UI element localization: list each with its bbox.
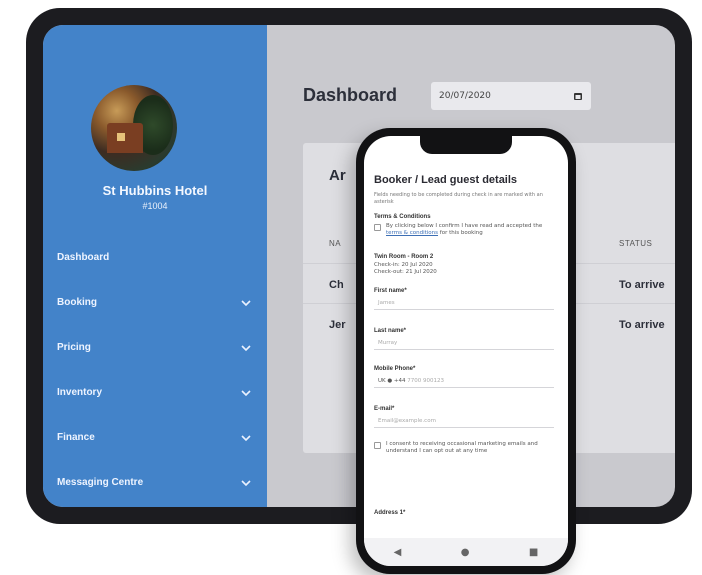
chevron-down-icon (241, 389, 251, 396)
calendar-icon[interactable] (573, 91, 583, 101)
table-cell-name: Ch (329, 279, 344, 291)
marketing-text: I consent to receiving occasional market… (386, 441, 538, 454)
form-subtitle: Fields needing to be completed during ch… (374, 192, 543, 205)
terms-heading: Terms & Conditions (374, 214, 431, 220)
last-name-input[interactable]: Murray (374, 336, 554, 350)
device-mockup: St Hubbins Hotel #1004 Dashboard Booking… (0, 0, 702, 575)
sidebar: St Hubbins Hotel #1004 Dashboard Booking… (43, 25, 267, 507)
card-title: Ar (329, 167, 346, 184)
sidebar-item-booking[interactable]: Booking (43, 280, 267, 325)
address-label: Address 1* (374, 510, 406, 516)
terms-text: By clicking below I confirm I have read … (386, 223, 543, 236)
table-cell-name: Jer (329, 319, 346, 331)
mobile-input[interactable]: UK ● +44 7700 900123 (374, 374, 554, 388)
last-name-label: Last name* (374, 328, 407, 334)
email-input[interactable]: Email@example.com (374, 414, 554, 428)
sidebar-item-messaging-centre[interactable]: Messaging Centre (43, 460, 267, 505)
date-value: 20/07/2020 (439, 91, 491, 101)
chevron-down-icon (241, 479, 251, 486)
date-picker[interactable]: 20/07/2020 (431, 82, 591, 110)
sidebar-item-label: Pricing (57, 342, 91, 353)
sidebar-item-finance[interactable]: Finance (43, 415, 267, 460)
sidebar-item-label: Dashboard (57, 252, 110, 263)
page-title: Dashboard (303, 85, 398, 105)
table-cell-status: To arrive (619, 319, 665, 331)
terms-checkbox[interactable] (374, 224, 381, 231)
mobile-label: Mobile Phone* (374, 366, 416, 372)
phone-device: Booker / Lead guest details Fields needi… (356, 128, 576, 574)
column-header-name: NA (329, 239, 342, 248)
sidebar-nav: Dashboard Booking Pricing Inventory Fina… (43, 235, 267, 505)
chevron-down-icon (241, 434, 251, 441)
country-code-select[interactable]: UK ● +44 (378, 378, 406, 384)
sidebar-item-label: Booking (57, 297, 97, 308)
room-line: Twin Room - Room 2 (374, 254, 434, 260)
phone-screen: Booker / Lead guest details Fields needi… (364, 136, 568, 566)
marketing-checkbox[interactable] (374, 442, 381, 449)
first-name-label: First name* (374, 288, 407, 294)
phone-nav-bar: ◀ ● ■ (364, 538, 568, 566)
email-label: E-mail* (374, 406, 395, 412)
hotel-name: St Hubbins Hotel (102, 183, 208, 198)
back-icon[interactable]: ◀ (394, 547, 402, 558)
terms-link[interactable]: terms & conditions (386, 230, 438, 236)
chevron-down-icon (241, 299, 251, 306)
sidebar-item-label: Messaging Centre (57, 477, 144, 488)
checkout-line: Check-out: 21 Jul 2020 (374, 269, 437, 275)
first-name-input[interactable]: James (374, 296, 554, 310)
table-cell-status: To arrive (619, 279, 665, 291)
hotel-id: #1004 (142, 201, 168, 211)
menu-icon[interactable]: ■ (529, 547, 538, 558)
sidebar-item-inventory[interactable]: Inventory (43, 370, 267, 415)
home-icon[interactable]: ● (461, 547, 470, 558)
sidebar-item-label: Finance (57, 432, 95, 443)
form-title: Booker / Lead guest details (374, 174, 518, 186)
hotel-avatar (91, 85, 177, 171)
phone-notch (420, 136, 512, 154)
column-header-status: STATUS (619, 239, 653, 248)
chevron-down-icon (241, 344, 251, 351)
sidebar-item-pricing[interactable]: Pricing (43, 325, 267, 370)
sidebar-item-label: Inventory (57, 387, 103, 398)
checkin-line: Check-in: 20 Jul 2020 (374, 262, 433, 268)
sidebar-item-dashboard[interactable]: Dashboard (43, 235, 267, 280)
